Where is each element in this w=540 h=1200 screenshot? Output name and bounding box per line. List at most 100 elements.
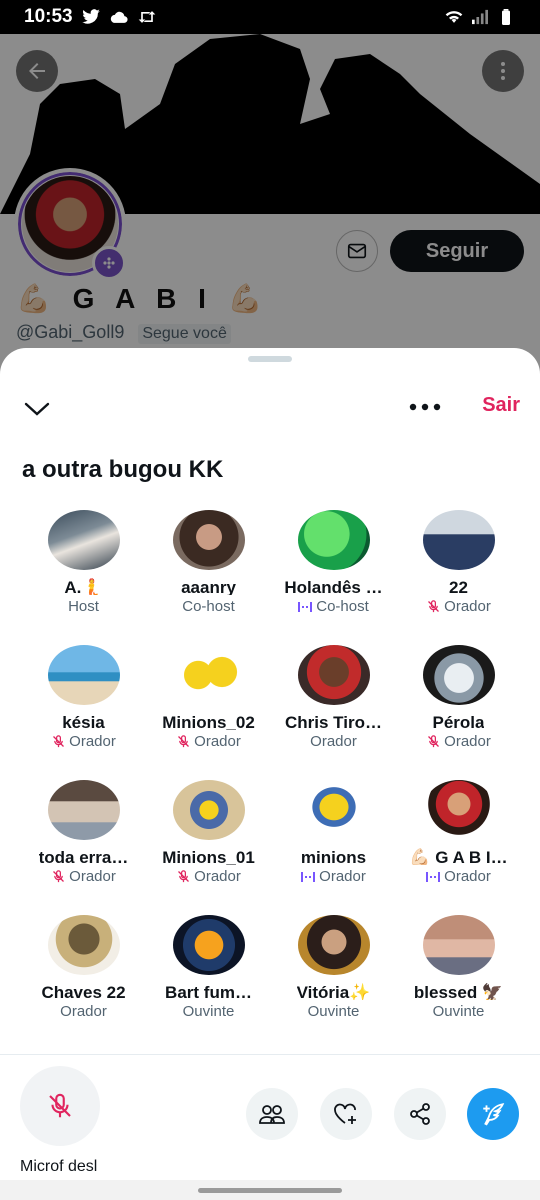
participant-name: Chaves 22 (41, 983, 126, 1000)
speaking-bars-icon (426, 871, 441, 882)
signal-icon (472, 9, 488, 25)
participant-avatar[interactable] (172, 915, 245, 976)
participant-avatar[interactable] (297, 915, 370, 976)
participant-name: Holandês … (284, 578, 383, 595)
participant-role-row: Host (68, 598, 99, 615)
mic-off-icon (49, 1093, 71, 1118)
participant-name: minions (300, 848, 367, 865)
space-title: a outra bugou KK (22, 456, 224, 483)
compose-button[interactable] (467, 1088, 519, 1140)
more-vertical-icon (501, 62, 505, 80)
participant-item[interactable]: Bart fum… Ouvinte (146, 915, 271, 1020)
participant-item[interactable]: aaanry Co-host (146, 510, 271, 615)
status-time: 10:53 (24, 6, 73, 27)
participant-name: Minions_01 (162, 848, 255, 865)
participant-avatar[interactable] (422, 915, 495, 976)
participants-grid: A.🧜 Host aaanry Co-host Holandês … Co-host 22… (21, 510, 521, 1020)
participant-avatar[interactable] (422, 510, 495, 571)
mic-off-icon (178, 870, 190, 883)
participant-avatar[interactable] (422, 645, 495, 706)
participant-role-row: Ouvinte (433, 1003, 485, 1020)
profile-handle: @Gabi_Goll9 (16, 322, 125, 342)
participant-avatar[interactable] (172, 645, 245, 706)
participant-avatar[interactable] (297, 780, 370, 841)
wifi-icon (445, 11, 463, 23)
participant-item[interactable]: Holandês … Co-host (271, 510, 396, 615)
participant-item[interactable]: Vitória✨ Ouvinte (271, 915, 396, 1020)
space-sheet: Sair a outra bugou KK A.🧜 Host aaanry Co-h… (0, 348, 540, 1200)
participant-item[interactable]: Chaves 22 Orador (21, 915, 146, 1020)
participant-name: aaanry (181, 578, 236, 595)
participant-item[interactable]: blessed 🦅 Ouvinte (396, 915, 521, 1020)
participant-name: Vitória✨ (296, 983, 371, 1000)
compose-icon (483, 1103, 505, 1126)
participant-item[interactable]: A.🧜 Host (21, 510, 146, 615)
participant-role-row: Orador (426, 598, 491, 615)
participant-role: Ouvinte (432, 1003, 485, 1020)
participant-item[interactable]: Chris Tiro… Orador (271, 645, 396, 750)
participant-role: Orador (69, 733, 116, 750)
participant-role: Ouvinte (182, 1003, 235, 1020)
participant-avatar[interactable] (47, 780, 120, 841)
cloud-icon (110, 11, 128, 23)
battery-icon (502, 9, 510, 25)
participant-name: blessed 🦅 (413, 983, 504, 1000)
participant-item[interactable]: Pérola Orador (396, 645, 521, 750)
follow-button[interactable]: Seguir (390, 230, 524, 272)
profile-name: 💪🏻 G A B I 💪🏻 (16, 283, 270, 314)
participant-item[interactable]: toda erra… Orador (21, 780, 146, 885)
sheet-grabber[interactable] (248, 356, 292, 362)
message-button[interactable] (336, 230, 378, 272)
participant-role: Orador (69, 868, 116, 885)
participant-avatar[interactable] (172, 780, 245, 841)
participant-item[interactable]: késia Orador (21, 645, 146, 750)
participant-item[interactable]: 💪🏻 G A B I… Orador (396, 780, 521, 885)
participant-item[interactable]: Minions_01 Orador (146, 780, 271, 885)
participant-avatar[interactable] (422, 780, 495, 841)
participant-item[interactable]: 22 Orador (396, 510, 521, 615)
react-button[interactable] (320, 1088, 372, 1140)
participants-button[interactable] (246, 1088, 298, 1140)
participant-role-row: Orador (310, 733, 357, 750)
participant-role: Orador (310, 733, 357, 750)
twitter-icon (81, 9, 100, 24)
participant-avatar[interactable] (47, 510, 120, 571)
mic-off-icon (428, 735, 440, 748)
participant-avatar[interactable] (297, 645, 370, 706)
share-icon (410, 1103, 430, 1125)
mic-toggle-button[interactable] (20, 1066, 100, 1146)
participant-name: késia (62, 713, 105, 730)
minimize-button[interactable] (22, 394, 52, 424)
home-gesture-bar[interactable] (198, 1188, 342, 1193)
participant-name: 22 (449, 578, 468, 595)
participant-avatar[interactable] (172, 510, 245, 571)
back-button[interactable] (16, 50, 58, 92)
dots-icon (103, 257, 115, 269)
participant-name: Pérola (432, 713, 485, 730)
participant-role: Orador (194, 868, 241, 885)
participant-role-row: Orador (60, 1003, 107, 1020)
participant-avatar[interactable] (297, 510, 370, 571)
mic-label: Microf desl (20, 1158, 98, 1175)
participant-role-row: Co-host (182, 598, 235, 615)
participant-item[interactable]: minions Orador (271, 780, 396, 885)
participant-role: Orador (60, 1003, 107, 1020)
chevron-down-icon (24, 402, 50, 416)
system-nav-bar (0, 1180, 540, 1200)
space-host-badge (92, 246, 126, 280)
participant-role: Ouvinte (307, 1003, 360, 1020)
participant-role-row: Orador (426, 733, 491, 750)
participant-avatar[interactable] (47, 915, 120, 976)
status-bar: 10:53 (0, 0, 540, 34)
profile-more-button[interactable] (482, 50, 524, 92)
share-button[interactable] (394, 1088, 446, 1140)
leave-button[interactable]: Sair (482, 394, 520, 417)
space-more-button[interactable] (406, 392, 444, 422)
people-icon (259, 1105, 285, 1124)
participant-role: Orador (194, 733, 241, 750)
participant-role-row: Orador (176, 868, 241, 885)
participant-role-row: Orador (426, 868, 491, 885)
participant-item[interactable]: Minions_02 Orador (146, 645, 271, 750)
profile-handle-row: @Gabi_Goll9 Segue você (16, 322, 231, 344)
participant-avatar[interactable] (47, 645, 120, 706)
